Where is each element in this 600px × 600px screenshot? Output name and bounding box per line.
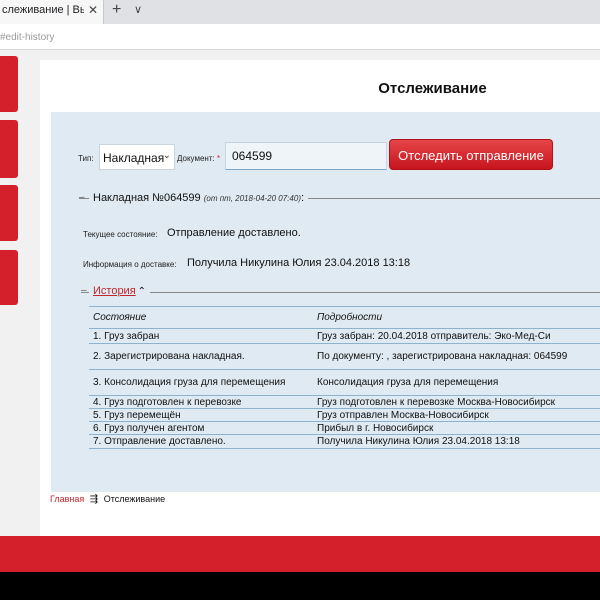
tab-list-chevron-icon[interactable]: ∨ <box>134 3 142 16</box>
details-cell: Груз забран: 20.04.2018 отправитель: Эко… <box>313 328 600 344</box>
state-cell: 1. Груз забран <box>89 328 313 344</box>
page-body: Отслеживание Тип: Накладная ⌄ Документ: … <box>0 50 600 572</box>
address-bar[interactable]: #edit-history <box>0 24 600 50</box>
browser-tab-bar: слеживание | Выдан ✕ + ∨ <box>0 0 600 24</box>
main-content: Отслеживание Тип: Накладная ⌄ Документ: … <box>40 60 600 536</box>
side-menu-button-1[interactable] <box>0 56 18 112</box>
table-row: 6. Груз получен агентом Прибыл в г. Ново… <box>89 421 600 435</box>
type-label: Тип: <box>78 154 94 163</box>
column-header-state: Состояние <box>89 306 313 329</box>
table-row: 7. Отправление доставлено. Получила Нику… <box>89 434 600 449</box>
waybill-date: (от пт, 2018-04-20 07:40) <box>203 194 301 203</box>
waybill-suffix: : <box>300 192 305 204</box>
close-tab-icon[interactable]: ✕ <box>88 3 98 17</box>
details-cell: По документу: , зарегистрирована накладн… <box>313 343 600 370</box>
chevron-down-icon: ⌄ <box>162 150 171 161</box>
browser-tab[interactable]: слеживание | Выдан ✕ <box>0 0 104 24</box>
table-row: 4. Груз подготовлен к перевозке Груз под… <box>89 395 600 409</box>
state-cell: 7. Отправление доставлено. <box>89 434 313 449</box>
type-select-value: Накладная <box>103 151 165 165</box>
breadcrumb-separator-icon: ⇶ <box>89 494 99 505</box>
history-collapse-marker: – <box>81 285 87 296</box>
current-state-value: Отправление доставлено. <box>167 227 301 239</box>
waybill-title: Накладная №064599 <box>93 192 201 204</box>
table-row: 3. Консолидация груза для перемещения Ко… <box>89 369 600 396</box>
details-cell: Прибыл в г. Новосибирск <box>313 421 600 435</box>
history-toggle[interactable]: История ⌃ <box>89 285 151 297</box>
document-number-value: 064599 <box>232 149 273 163</box>
history-table: Состояние Подробности 1. Груз забран Гру… <box>89 306 600 449</box>
page-title: Отслеживание <box>378 80 487 97</box>
breadcrumb-home-link[interactable]: Главная <box>50 494 84 504</box>
state-cell: 5. Груз перемещён <box>89 408 313 422</box>
delivery-info-value: Получила Никулина Юлия 23.04.2018 13:18 <box>187 257 411 269</box>
table-row: 2. Зарегистрирована накладная. По докуме… <box>89 343 600 370</box>
details-cell: Получила Никулина Юлия 23.04.2018 13:18 <box>313 434 600 449</box>
details-cell: Груз отправлен Москва-Новосибирск <box>313 408 600 422</box>
document-label: Документ: * <box>177 154 220 163</box>
current-state-label: Текущее состояние: <box>83 230 158 239</box>
state-cell: 2. Зарегистрирована накладная. <box>89 343 313 370</box>
column-header-details: Подробности <box>313 306 600 329</box>
required-marker: * <box>216 154 221 163</box>
new-tab-icon[interactable]: + <box>112 1 121 19</box>
side-menu-button-4[interactable] <box>0 250 18 305</box>
history-header-row: Состояние Подробности <box>89 306 600 329</box>
table-row: 1. Груз забран Груз забран: 20.04.2018 о… <box>89 328 600 344</box>
details-cell: Груз подготовлен к перевозке Москва-Ново… <box>313 395 600 409</box>
waybill-header: Накладная №064599 (от пт, 2018-04-20 07:… <box>89 192 309 204</box>
tab-title: слеживание | Выдан <box>2 4 84 16</box>
side-menu-button-2[interactable] <box>0 120 18 178</box>
type-select[interactable]: Накладная ⌄ <box>99 144 175 170</box>
details-cell: Консолидация груза для перемещения <box>313 369 600 396</box>
side-menu-button-3[interactable] <box>0 185 18 241</box>
table-row: 5. Груз перемещён Груз отправлен Москва-… <box>89 408 600 422</box>
document-number-input[interactable]: 064599 <box>225 142 387 170</box>
state-cell: 3. Консолидация груза для перемещения <box>89 369 313 396</box>
state-cell: 4. Груз подготовлен к перевозке <box>89 395 313 409</box>
url-text: #edit-history <box>0 32 55 43</box>
breadcrumb: Главная ⇶ Отслеживание <box>50 494 165 505</box>
state-cell: 6. Груз получен агентом <box>89 421 313 435</box>
history-divider <box>81 292 600 293</box>
footer-bar <box>0 536 600 572</box>
history-toggle-label: История <box>93 285 136 297</box>
waybill-collapse-marker[interactable]: – <box>79 192 85 203</box>
breadcrumb-current: Отслеживание <box>103 494 166 504</box>
track-shipment-button[interactable]: Отследить отправление <box>389 139 553 170</box>
chevron-up-icon: ⌃ <box>137 286 147 297</box>
document-label-text: Документ: <box>177 154 215 163</box>
delivery-info-label: Информация о доставке: <box>83 260 177 269</box>
tracking-panel: Тип: Накладная ⌄ Документ: * 064599 Отсл… <box>51 112 600 492</box>
